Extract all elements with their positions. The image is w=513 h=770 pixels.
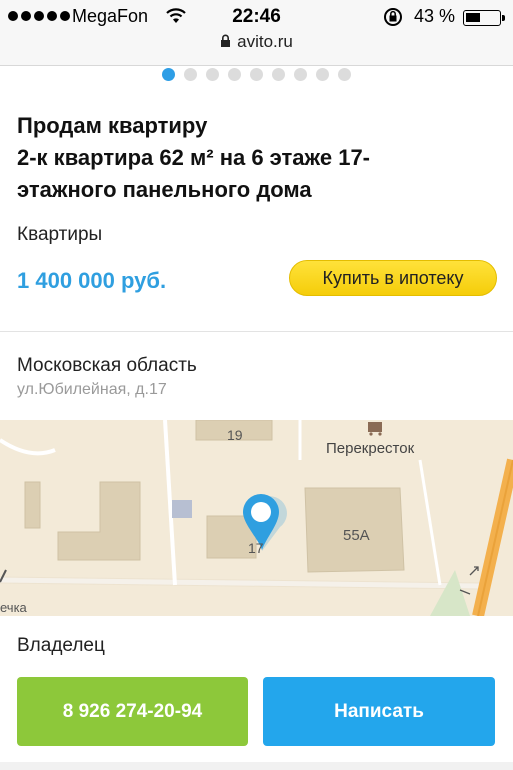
lock-icon bbox=[221, 34, 231, 47]
battery-icon bbox=[463, 10, 505, 26]
map-label-store: Перекресток bbox=[326, 440, 415, 457]
listing-address: ул.Юбилейная, д.17 bbox=[17, 381, 167, 398]
pagination-dot[interactable] bbox=[272, 68, 285, 81]
map-label-building: 17 bbox=[248, 540, 264, 556]
map-canvas bbox=[0, 420, 513, 616]
call-phone-button[interactable]: 8 926 274-20-94 bbox=[17, 677, 248, 746]
listing-category: Квартиры bbox=[17, 224, 103, 245]
rotation-lock-icon bbox=[384, 8, 402, 26]
battery-percent: 43 % bbox=[414, 6, 456, 26]
listing-price: 1 400 000 руб. bbox=[17, 268, 167, 293]
address-bar[interactable]: avito.ru bbox=[0, 32, 513, 52]
bottom-edge bbox=[0, 762, 513, 770]
map-label-building: 55А bbox=[343, 527, 370, 544]
url-text: avito.ru bbox=[237, 32, 293, 51]
listing-region: Московская область bbox=[17, 355, 197, 376]
write-message-button[interactable]: Написать bbox=[263, 677, 495, 746]
pagination-dot[interactable] bbox=[316, 68, 329, 81]
location-map[interactable]: 19 Перекресток 55А 17 ечка bbox=[0, 420, 513, 616]
pagination-dot[interactable] bbox=[294, 68, 307, 81]
map-label-street: ечка bbox=[0, 600, 27, 615]
title-line: этажного панельного дома bbox=[17, 177, 312, 202]
listing-title: Продам квартиру 2-к квартира 62 м² на 6 … bbox=[17, 110, 487, 206]
title-line: Продам квартиру bbox=[17, 113, 208, 138]
status-bar: MegaFon 22:46 43 % avito.ru bbox=[0, 0, 513, 66]
pagination-dot[interactable] bbox=[228, 68, 241, 81]
title-line: 2-к квартира 62 м² на 6 этаже 17- bbox=[17, 145, 370, 170]
pagination-dot[interactable] bbox=[250, 68, 263, 81]
pagination-dot[interactable] bbox=[162, 68, 175, 81]
map-label-building: 19 bbox=[227, 427, 243, 443]
photo-pagination[interactable] bbox=[0, 68, 513, 81]
pagination-dot[interactable] bbox=[338, 68, 351, 81]
seller-type: Владелец bbox=[17, 635, 105, 656]
buy-with-mortgage-button[interactable]: Купить в ипотеку bbox=[289, 260, 497, 296]
pagination-dot[interactable] bbox=[206, 68, 219, 81]
pagination-dot[interactable] bbox=[184, 68, 197, 81]
divider bbox=[0, 331, 513, 332]
